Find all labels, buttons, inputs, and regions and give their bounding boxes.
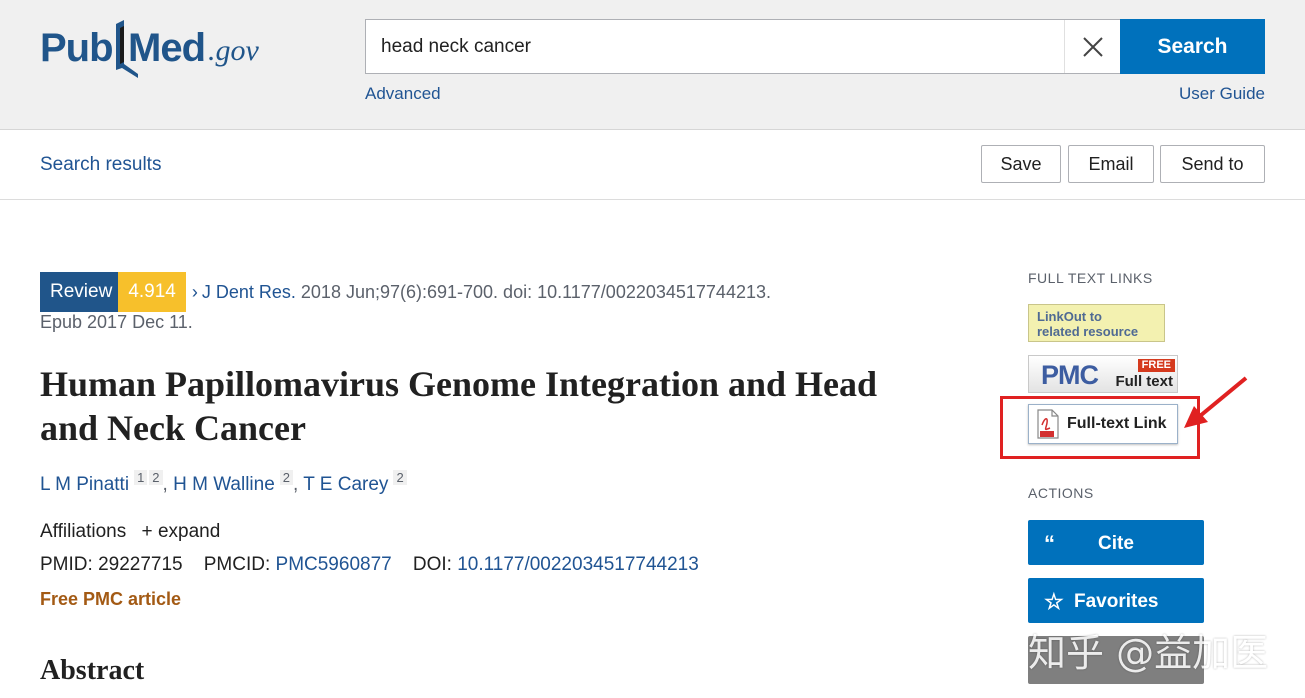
expand-affiliations-button[interactable]: + expand [142,521,221,542]
epub-date: Epub 2017 Dec 11. [40,312,193,332]
user-guide-link[interactable]: User Guide [1179,84,1265,104]
email-button[interactable]: Email [1068,145,1154,183]
header: Pub Med .gov Search Advanced User Guide [0,0,1305,130]
highlight-box [1000,396,1200,459]
affiliation-ref[interactable]: 12 [132,470,163,485]
pmc-full-text-button[interactable]: PMC FREE Full text [1028,355,1178,393]
red-arrow-annotation [1184,376,1248,428]
chevron-right-icon: › [191,282,198,302]
favorites-button[interactable]: ☆ Favorites [1028,578,1204,623]
cite-button[interactable]: “ Cite [1028,520,1204,565]
send-to-button[interactable]: Send to [1160,145,1265,183]
doi-link[interactable]: 10.1177/0022034517744213 [457,554,699,575]
article-title: Human Papillomavirus Genome Integration … [40,364,878,448]
close-icon [1082,36,1103,57]
abstract-heading: Abstract [40,655,145,686]
actions-heading: ACTIONS [1028,485,1094,501]
pmc-full-text-label: Full text [1115,373,1173,390]
free-badge: FREE [1137,359,1175,372]
search-results-link[interactable]: Search results [40,154,161,176]
affiliation-ref[interactable]: 2 [278,470,294,485]
results-toolbar: Search results Save Email Send to [0,130,1305,200]
logo-pub-text: Pub [40,26,114,70]
linkout-button[interactable]: LinkOut to related resource [1028,304,1165,342]
pmcid-link[interactable]: PMC5960877 [276,554,392,575]
author-link[interactable]: H M Walline [173,474,275,495]
plus-icon: + [141,521,153,542]
star-icon: ☆ [1044,589,1064,614]
advanced-search-link[interactable]: Advanced [365,84,441,104]
search-button[interactable]: Search [1120,19,1265,74]
zhihu-watermark: 知乎 @益加医 [1028,631,1269,675]
citation-details: 2018 Jun;97(6):691-700. doi: 10.1177/002… [295,282,771,302]
citation-line: Review 4.914 › J Dent Res. 2018 Jun;97(6):6… [40,272,880,312]
full-text-links-heading: FULL TEXT LINKS [1028,270,1153,286]
identifiers-row: PMID: 29227715 PMCID: PMC5960877 DOI: 10… [40,554,699,575]
quote-icon: “ [1044,531,1055,556]
search-box [365,19,1121,74]
review-badge: Review [40,272,123,312]
search-input[interactable] [366,20,1066,73]
pubmed-logo[interactable]: Pub Med .gov [40,20,270,78]
author-link[interactable]: T E Carey [303,474,388,495]
author-list: L M Pinatti 1 2, H M Walline 2, T E Carey 2 [40,470,407,496]
pmid-value: 29227715 [98,554,183,575]
affiliations-row: Affiliations + expand [40,521,220,543]
save-button[interactable]: Save [981,145,1061,183]
affiliation-ref[interactable]: 2 [391,470,407,485]
pmc-logo: PMC [1041,360,1099,390]
logo-gov-text: .gov [208,34,259,67]
logo-med-text: Med [128,26,206,70]
free-pmc-article-label: Free PMC article [40,589,182,609]
author-link[interactable]: L M Pinatti [40,474,129,495]
clear-search-button[interactable] [1064,20,1120,73]
affiliations-label: Affiliations [40,521,127,542]
impact-factor-badge: 4.914 [118,272,186,312]
journal-link[interactable]: J Dent Res. [202,282,296,302]
